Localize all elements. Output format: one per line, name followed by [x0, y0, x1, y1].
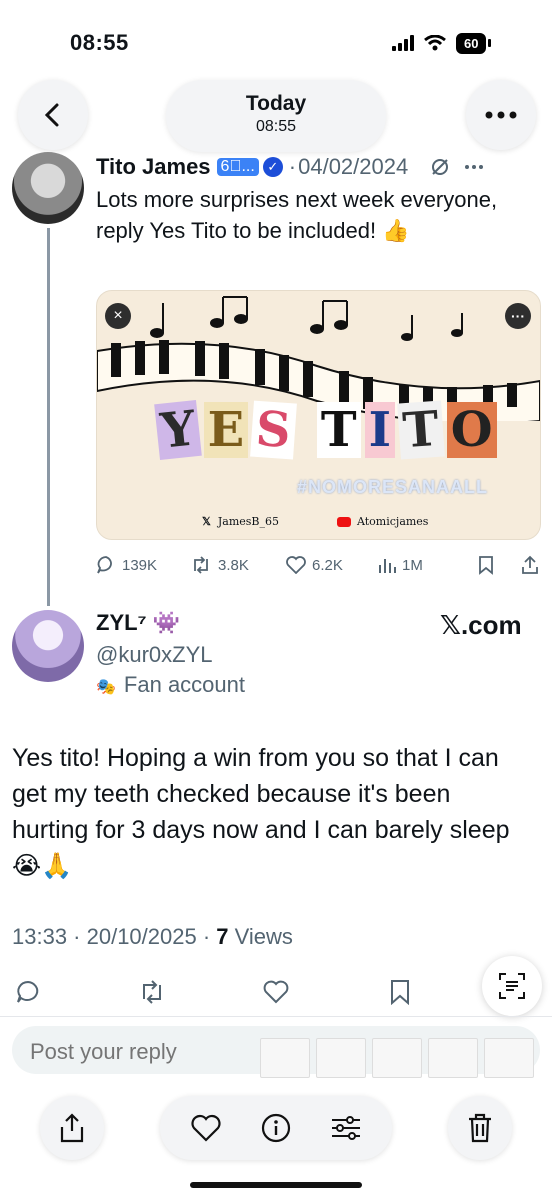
- media-credit-x: 𝕏 JamesB_65: [202, 515, 280, 528]
- reply-reply-button[interactable]: [8, 972, 48, 1012]
- zyl-avatar[interactable]: [12, 610, 84, 682]
- repost-icon: [194, 556, 208, 574]
- views-icon: [379, 559, 396, 573]
- reply-views-count: 7: [216, 924, 229, 949]
- reply-repost-button[interactable]: [132, 972, 172, 1012]
- heart-icon[interactable]: [190, 1114, 222, 1142]
- date-pill: Today 08:55: [166, 80, 386, 152]
- date-time: 08:55: [255, 118, 297, 135]
- quoted-author-name[interactable]: Tito James: [96, 154, 211, 180]
- scan-text-button[interactable]: [482, 956, 542, 1016]
- reply-icon: [97, 556, 112, 574]
- tito-avatar[interactable]: [12, 152, 84, 224]
- reply-count: 139K: [122, 556, 158, 574]
- quoted-date: 04/02/2024: [298, 154, 409, 179]
- bookmark-icon[interactable]: [478, 555, 494, 575]
- share-sheet-icon: [60, 1113, 84, 1143]
- wifi-icon: [424, 35, 446, 51]
- thread-line: [47, 228, 50, 606]
- repost-icon: [143, 980, 161, 1004]
- reply-input[interactable]: [28, 1038, 252, 1066]
- reply-bookmark-button[interactable]: [380, 972, 420, 1012]
- status-icons: 60: [392, 30, 492, 56]
- media-more-icon[interactable]: ···: [505, 303, 531, 329]
- quoted-tweet-actions: 139K 3.8K 6.2K 1M: [96, 552, 544, 578]
- reply-author-handle[interactable]: @kur0xZYL: [96, 642, 212, 668]
- thumbnail[interactable]: [260, 1038, 310, 1078]
- media-close-icon[interactable]: ×: [105, 303, 131, 329]
- signal-icon: [392, 35, 414, 51]
- name-badge: 6⃣...: [216, 158, 259, 176]
- trash-icon: [469, 1113, 491, 1143]
- like-icon: [263, 980, 289, 1004]
- repost-count: 3.8K: [218, 556, 249, 574]
- quoted-tweet-header: Tito James 6⃣... ✓ · 04/02/2024: [96, 152, 546, 182]
- status-time: 08:55: [70, 30, 129, 55]
- thumbnail[interactable]: [484, 1038, 534, 1078]
- thumbnail[interactable]: [428, 1038, 478, 1078]
- reply-timestamp: 13:33 · 20/10/2025 ·: [12, 924, 217, 949]
- divider: [0, 1016, 552, 1017]
- repost-action[interactable]: 3.8K: [190, 555, 286, 575]
- reply-views-label: Views: [228, 924, 293, 949]
- views-count: 1M: [402, 556, 423, 574]
- reply-meta: 13:33 · 20/10/2025 · 7 Views: [12, 924, 293, 950]
- reply-author-name[interactable]: ZYL⁷ 👾: [96, 610, 180, 636]
- reply-actions-bar: [0, 972, 552, 1012]
- music-notes-graphic: [150, 296, 463, 341]
- more-icon: [485, 111, 517, 119]
- x-com-watermark: 𝕏.com: [440, 610, 522, 640]
- quoted-dot: ·: [288, 154, 297, 179]
- verified-icon: ✓: [262, 157, 283, 177]
- mask-icon: 🎭: [96, 679, 116, 696]
- back-button[interactable]: [18, 80, 88, 150]
- youtube-icon: [337, 517, 351, 527]
- reply-action[interactable]: 139K: [96, 555, 190, 575]
- scan-text-icon: [499, 973, 525, 999]
- media-credit-youtube: Atomicjames: [337, 515, 428, 528]
- delete-button[interactable]: [448, 1096, 512, 1160]
- photo-toolbar: [160, 1096, 392, 1160]
- reply-text: Yes tito! Hoping a win from you so that …: [12, 744, 510, 880]
- battery-level: 60: [456, 32, 487, 54]
- like-count: 6.2K: [312, 556, 343, 574]
- reply-composer[interactable]: [12, 1026, 540, 1078]
- more-button[interactable]: [466, 80, 536, 150]
- like-action[interactable]: 6.2K: [286, 556, 378, 574]
- reply-icon: [17, 980, 39, 1003]
- adjust-icon[interactable]: [330, 1114, 362, 1142]
- photo-thumbnails: [260, 1038, 534, 1078]
- kebab-icon[interactable]: [464, 164, 484, 170]
- mute-icon[interactable]: [430, 157, 450, 177]
- fan-account-label: 🎭 Fan account: [96, 672, 245, 697]
- yes-tito-graphic: Y E S T I T O: [127, 395, 527, 465]
- info-icon[interactable]: [261, 1113, 291, 1143]
- share-icon[interactable]: [520, 555, 540, 575]
- quoted-tweet-text: Lots more surprises next week everyone, …: [96, 187, 498, 243]
- media-hashtag: #NOMORESANAALL: [297, 477, 489, 497]
- date-title: Today: [245, 92, 307, 115]
- battery-icon: 60: [456, 32, 492, 54]
- home-indicator: [190, 1182, 362, 1188]
- thumbnail[interactable]: [372, 1038, 422, 1078]
- views-action[interactable]: 1M: [378, 556, 478, 574]
- reply-like-button[interactable]: [256, 972, 296, 1012]
- like-icon: [286, 556, 306, 574]
- thumbnail[interactable]: [316, 1038, 366, 1078]
- share-sheet-button[interactable]: [40, 1096, 104, 1160]
- bookmark-icon: [391, 980, 409, 1005]
- back-icon: [44, 103, 59, 127]
- quoted-media-image[interactable]: × ··· Y E S T I T O #NOMORESANAALL 𝕏 Jam…: [96, 290, 541, 540]
